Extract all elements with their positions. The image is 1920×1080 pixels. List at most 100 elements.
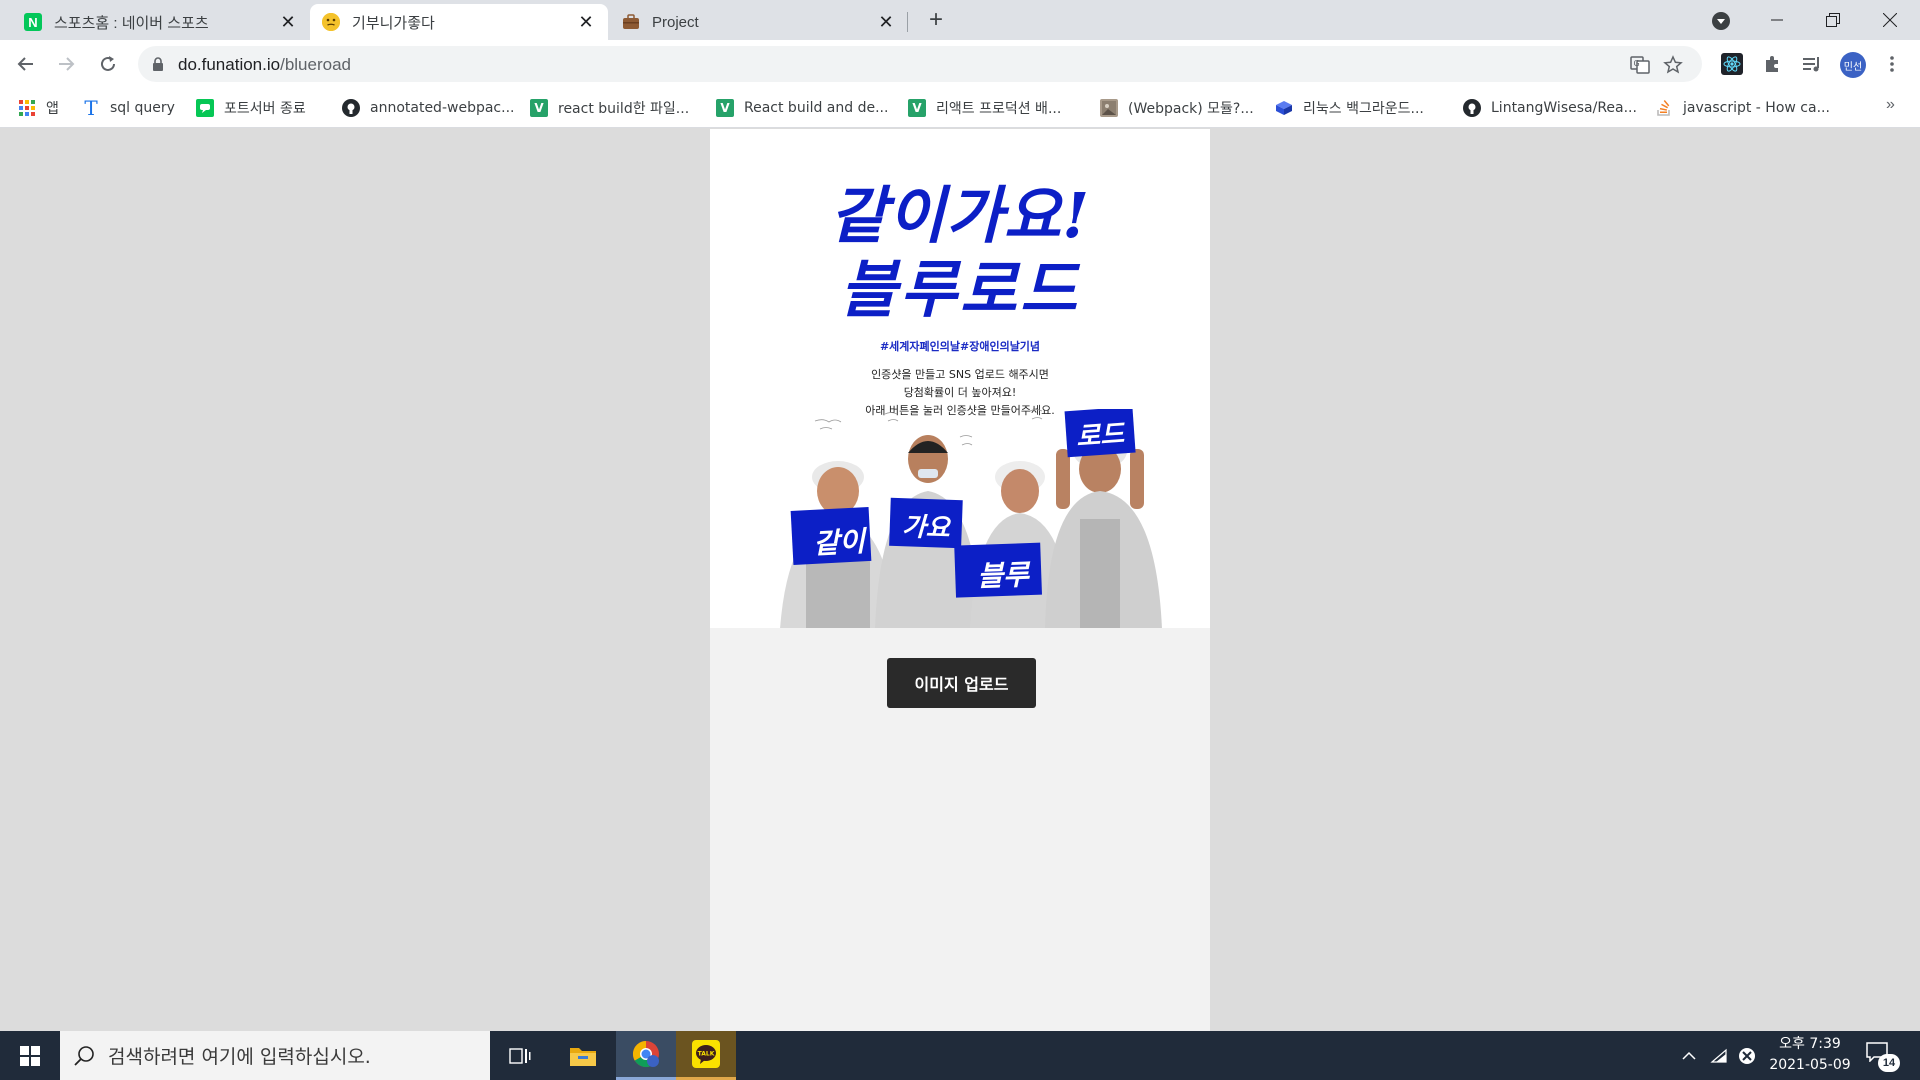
bookmark-react-production[interactable]: V 리액트 프로덕션 배... bbox=[908, 96, 1061, 120]
forward-button[interactable] bbox=[50, 48, 82, 80]
stackoverflow-icon bbox=[1655, 99, 1673, 117]
close-icon[interactable]: ✕ bbox=[576, 12, 596, 33]
bookmark-react-build-file[interactable]: V react build한 파일... bbox=[530, 96, 689, 120]
tab-title: Project bbox=[652, 13, 699, 31]
sign-text-4: 로드 bbox=[1075, 419, 1126, 453]
image-icon bbox=[1100, 99, 1118, 117]
naver-icon: N bbox=[24, 13, 42, 31]
lock-icon[interactable] bbox=[152, 57, 164, 76]
velog-icon: V bbox=[716, 99, 734, 117]
tray-overflow-chevron-icon[interactable] bbox=[1678, 1045, 1700, 1067]
bookmark-linux-background[interactable]: 리눅스 백그라운드... bbox=[1275, 96, 1424, 120]
bookmarks-bar: 앱 T sql query 포트서버 종료 annotated-webpac..… bbox=[0, 88, 1920, 128]
kakaotalk-taskbar-button[interactable]: TALK bbox=[676, 1031, 736, 1080]
page-viewport: 같이가요! 블루로드 #세계자폐인의날#장애인의날기념 인증샷을 만들고 SNS… bbox=[0, 129, 1920, 1031]
velog-icon: V bbox=[530, 99, 548, 117]
bookmark-webpack-module[interactable]: (Webpack) 모듈?... bbox=[1100, 96, 1254, 120]
task-view-icon bbox=[509, 1047, 531, 1064]
tab-strip: N 스포츠홈 : 네이버 스포츠 ✕ 기부니가좋다 ✕ Project ✕ + bbox=[0, 0, 1920, 40]
file-explorer-button[interactable] bbox=[553, 1031, 613, 1080]
chrome-taskbar-button[interactable] bbox=[616, 1031, 676, 1080]
github-icon bbox=[342, 99, 360, 117]
person-4 bbox=[1045, 433, 1162, 628]
back-button[interactable] bbox=[10, 48, 42, 80]
new-tab-button[interactable]: + bbox=[923, 8, 949, 34]
svg-text:G: G bbox=[1634, 59, 1640, 68]
react-devtools-icon[interactable] bbox=[1720, 52, 1744, 76]
bookmark-react-build-deploy[interactable]: V React build and de... bbox=[716, 96, 888, 120]
emoji-face-icon bbox=[322, 13, 340, 31]
velog-icon: V bbox=[908, 99, 926, 117]
tab-project[interactable]: Project ✕ bbox=[610, 4, 908, 40]
page-container: 같이가요! 블루로드 #세계자폐인의날#장애인의날기념 인증샷을 만들고 SNS… bbox=[710, 129, 1210, 1031]
action-center-button[interactable]: 14 bbox=[1866, 1042, 1900, 1072]
reload-button[interactable] bbox=[92, 48, 124, 80]
clock-date: 2021-05-09 bbox=[1769, 1057, 1851, 1073]
apps-grid-icon bbox=[18, 99, 36, 117]
url-text: do.funation.io/blueroad bbox=[178, 55, 351, 74]
bookmark-label: react build한 파일... bbox=[558, 101, 690, 117]
bookmarks-overflow-button[interactable]: » bbox=[1886, 96, 1895, 114]
taskbar-search-placeholder: 검색하려면 여기에 입력하십시오. bbox=[108, 1046, 371, 1068]
sign-text-2: 가요 bbox=[901, 512, 951, 544]
tab-naver-sports[interactable]: N 스포츠홈 : 네이버 스포츠 ✕ bbox=[12, 4, 310, 40]
star-icon[interactable] bbox=[1663, 55, 1683, 75]
bookmark-sql-query[interactable]: T sql query bbox=[82, 96, 175, 120]
minimize-button[interactable] bbox=[1749, 0, 1805, 40]
close-window-button[interactable] bbox=[1862, 0, 1918, 40]
bookmark-label: 포트서버 종료 bbox=[224, 101, 306, 117]
github-icon bbox=[1463, 99, 1481, 117]
bookmark-port-server[interactable]: 포트서버 종료 bbox=[196, 96, 306, 120]
task-view-button[interactable] bbox=[490, 1031, 550, 1080]
close-icon[interactable]: ✕ bbox=[278, 12, 298, 33]
bookmark-apps[interactable]: 앱 bbox=[18, 96, 59, 120]
sign-text-3: 블루 bbox=[976, 558, 1030, 593]
windows-taskbar: 검색하려면 여기에 입력하십시오. TALK 오후 7:39 2021-05-0… bbox=[0, 1031, 1920, 1080]
bookmark-annotated-webpack[interactable]: annotated-webpac... bbox=[342, 96, 514, 120]
volume-muted-icon[interactable] bbox=[1736, 1045, 1758, 1067]
line-icon bbox=[196, 99, 214, 117]
bookmark-label: 리액트 프로덕션 배... bbox=[936, 101, 1062, 117]
bookmark-label: 리눅스 백그라운드... bbox=[1303, 101, 1424, 117]
bookmark-javascript-how[interactable]: javascript - How ca... bbox=[1655, 96, 1830, 120]
tab-title: 스포츠홈 : 네이버 스포츠 bbox=[54, 14, 209, 32]
bookmark-lintangwisesa[interactable]: LintangWisesa/Rea... bbox=[1463, 96, 1637, 120]
search-icon bbox=[74, 1045, 94, 1066]
network-icon[interactable] bbox=[1708, 1045, 1730, 1067]
image-upload-button[interactable]: 이미지 업로드 bbox=[887, 658, 1036, 708]
poster-description-line2: 당첨확률이 더 높아져요! bbox=[903, 386, 1017, 399]
close-icon[interactable]: ✕ bbox=[876, 12, 896, 33]
translate-icon[interactable]: G bbox=[1630, 55, 1650, 75]
tab-separator bbox=[907, 12, 908, 32]
restore-button[interactable] bbox=[1805, 0, 1861, 40]
folder-icon bbox=[570, 1047, 596, 1066]
profile-avatar[interactable]: 민선 bbox=[1840, 52, 1866, 78]
poster-headline-line2: 블루로드 bbox=[839, 253, 1081, 326]
menu-kebab-icon[interactable] bbox=[1880, 52, 1904, 76]
poster-hashtag: #세계자폐인의날#장애인의날기념 bbox=[879, 340, 1041, 353]
tab-search-icon[interactable] bbox=[1712, 12, 1730, 30]
notification-count-badge: 14 bbox=[1878, 1054, 1900, 1072]
bookmark-label: 앱 bbox=[46, 101, 59, 117]
windows-icon bbox=[20, 1045, 40, 1066]
extensions-puzzle-icon[interactable] bbox=[1760, 52, 1784, 76]
bookmark-label: javascript - How ca... bbox=[1683, 100, 1830, 116]
taskbar-clock[interactable]: 오후 7:39 2021-05-09 bbox=[1760, 1034, 1860, 1076]
poster-description-line1: 인증샷을 만들고 SNS 업로드 해주시면 bbox=[871, 368, 1049, 381]
chrome-icon bbox=[632, 1040, 659, 1068]
bookmark-label: React build and de... bbox=[744, 100, 889, 116]
tab-blueroad[interactable]: 기부니가좋다 ✕ bbox=[310, 4, 608, 40]
svg-text:TALK: TALK bbox=[698, 1051, 715, 1058]
bookmark-label: (Webpack) 모듈?... bbox=[1128, 101, 1254, 117]
start-button[interactable] bbox=[0, 1031, 60, 1080]
bookmark-label: LintangWisesa/Rea... bbox=[1491, 100, 1637, 116]
media-queue-icon[interactable] bbox=[1800, 52, 1824, 76]
campaign-poster: 같이가요! 블루로드 #세계자폐인의날#장애인의날기념 인증샷을 만들고 SNS… bbox=[710, 129, 1210, 628]
bookmark-label: sql query bbox=[110, 100, 175, 116]
bookmark-label: annotated-webpac... bbox=[370, 100, 515, 116]
taskbar-search-box[interactable]: 검색하려면 여기에 입력하십시오. bbox=[60, 1031, 490, 1080]
address-bar[interactable]: do.funation.io/blueroad G bbox=[138, 46, 1702, 82]
browser-toolbar: do.funation.io/blueroad G 민선 bbox=[0, 40, 1920, 88]
t-icon: T bbox=[84, 96, 98, 120]
tab-title: 기부니가좋다 bbox=[352, 14, 435, 32]
